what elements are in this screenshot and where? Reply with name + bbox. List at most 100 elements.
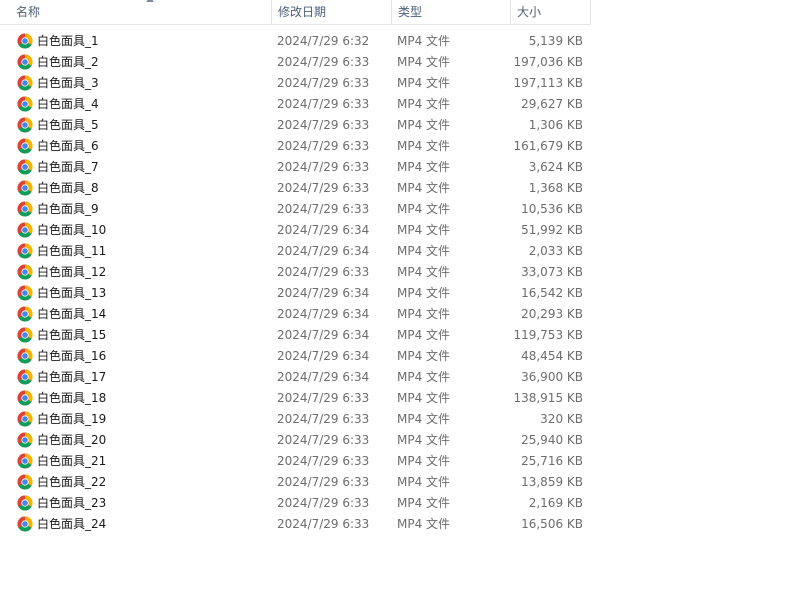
file-size: 138,915 KB [513, 391, 583, 405]
file-name: 白色面具_11 [37, 244, 107, 258]
column-header-size-label: 大小 [517, 5, 542, 19]
chrome-icon [17, 96, 33, 112]
file-type: MP4 文件 [397, 139, 451, 153]
file-date: 2024/7/29 6:33 [277, 97, 370, 111]
column-header-date-label: 修改日期 [278, 5, 327, 19]
file-row-13[interactable]: 白色面具_13 2024/7/29 6:34 MP4 文件 16,542 KB [0, 283, 591, 304]
file-date: 2024/7/29 6:34 [277, 307, 370, 321]
file-row-15[interactable]: 白色面具_15 2024/7/29 6:34 MP4 文件 119,753 KB [0, 325, 591, 346]
file-name: 白色面具_9 [37, 202, 99, 216]
file-row-11[interactable]: 白色面具_11 2024/7/29 6:34 MP4 文件 2,033 KB [0, 241, 591, 262]
file-type: MP4 文件 [397, 76, 451, 90]
file-type: MP4 文件 [397, 454, 451, 468]
file-size: 48,454 KB [521, 349, 583, 363]
file-row-8[interactable]: 白色面具_8 2024/7/29 6:33 MP4 文件 1,368 KB [0, 178, 591, 199]
sort-ascending-icon [146, 0, 154, 2]
file-type: MP4 文件 [397, 202, 451, 216]
column-header-name[interactable]: 名称 [10, 0, 270, 24]
column-header-type-label: 类型 [398, 5, 423, 19]
file-name: 白色面具_16 [37, 349, 107, 363]
file-row-9[interactable]: 白色面具_9 2024/7/29 6:33 MP4 文件 10,536 KB [0, 199, 591, 220]
file-row-19[interactable]: 白色面具_19 2024/7/29 6:33 MP4 文件 320 KB [0, 409, 591, 430]
file-type: MP4 文件 [397, 475, 451, 489]
file-explorer: 名称 修改日期 类型 大小 白色面具_1 2024/7/29 6:32 MP4 … [0, 0, 800, 611]
file-type: MP4 文件 [397, 265, 451, 279]
file-type: MP4 文件 [397, 412, 451, 426]
file-name: 白色面具_10 [37, 223, 107, 237]
file-row-14[interactable]: 白色面具_14 2024/7/29 6:34 MP4 文件 20,293 KB [0, 304, 591, 325]
chrome-icon [17, 180, 33, 196]
file-name: 白色面具_7 [37, 160, 99, 174]
file-row-6[interactable]: 白色面具_6 2024/7/29 6:33 MP4 文件 161,679 KB [0, 136, 591, 157]
chrome-icon [17, 369, 33, 385]
file-size: 1,368 KB [528, 181, 583, 195]
file-type: MP4 文件 [397, 391, 451, 405]
file-size: 320 KB [540, 412, 583, 426]
file-date: 2024/7/29 6:33 [277, 118, 370, 132]
chrome-icon [17, 75, 33, 91]
file-size: 25,940 KB [521, 433, 583, 447]
file-row-2[interactable]: 白色面具_2 2024/7/29 6:33 MP4 文件 197,036 KB [0, 52, 591, 73]
file-name: 白色面具_14 [37, 307, 107, 321]
file-size: 20,293 KB [521, 307, 583, 321]
file-type: MP4 文件 [397, 160, 451, 174]
file-type: MP4 文件 [397, 97, 451, 111]
file-row-23[interactable]: 白色面具_23 2024/7/29 6:33 MP4 文件 2,169 KB [0, 493, 591, 514]
file-date: 2024/7/29 6:34 [277, 328, 370, 342]
file-date: 2024/7/29 6:33 [277, 55, 370, 69]
file-row-20[interactable]: 白色面具_20 2024/7/29 6:33 MP4 文件 25,940 KB [0, 430, 591, 451]
file-type: MP4 文件 [397, 328, 451, 342]
file-name: 白色面具_18 [37, 391, 107, 405]
file-date: 2024/7/29 6:33 [277, 202, 370, 216]
chrome-icon [17, 159, 33, 175]
file-row-7[interactable]: 白色面具_7 2024/7/29 6:33 MP4 文件 3,624 KB [0, 157, 591, 178]
column-header-type[interactable]: 类型 [391, 0, 509, 24]
column-header-size[interactable]: 大小 [510, 0, 591, 24]
file-name: 白色面具_19 [37, 412, 107, 426]
file-row-24[interactable]: 白色面具_24 2024/7/29 6:33 MP4 文件 16,506 KB [0, 514, 591, 535]
file-size: 1,306 KB [528, 118, 583, 132]
file-size: 197,036 KB [513, 55, 583, 69]
file-type: MP4 文件 [397, 118, 451, 132]
file-row-5[interactable]: 白色面具_5 2024/7/29 6:33 MP4 文件 1,306 KB [0, 115, 591, 136]
file-row-18[interactable]: 白色面具_18 2024/7/29 6:33 MP4 文件 138,915 KB [0, 388, 591, 409]
file-size: 33,073 KB [521, 265, 583, 279]
file-date: 2024/7/29 6:33 [277, 412, 370, 426]
file-name: 白色面具_17 [37, 370, 107, 384]
file-date: 2024/7/29 6:34 [277, 223, 370, 237]
file-size: 197,113 KB [513, 76, 583, 90]
file-name: 白色面具_24 [37, 517, 107, 531]
file-row-4[interactable]: 白色面具_4 2024/7/29 6:33 MP4 文件 29,627 KB [0, 94, 591, 115]
file-type: MP4 文件 [397, 517, 451, 531]
file-size: 3,624 KB [528, 160, 583, 174]
file-row-3[interactable]: 白色面具_3 2024/7/29 6:33 MP4 文件 197,113 KB [0, 73, 591, 94]
file-size: 2,169 KB [528, 496, 583, 510]
file-size: 13,859 KB [521, 475, 583, 489]
file-size: 36,900 KB [521, 370, 583, 384]
file-size: 2,033 KB [528, 244, 583, 258]
file-date: 2024/7/29 6:33 [277, 475, 370, 489]
file-date: 2024/7/29 6:34 [277, 244, 370, 258]
file-name: 白色面具_13 [37, 286, 107, 300]
file-row-1[interactable]: 白色面具_1 2024/7/29 6:32 MP4 文件 5,139 KB [0, 31, 591, 52]
file-date: 2024/7/29 6:33 [277, 391, 370, 405]
file-row-12[interactable]: 白色面具_12 2024/7/29 6:33 MP4 文件 33,073 KB [0, 262, 591, 283]
file-name: 白色面具_3 [37, 76, 99, 90]
file-size: 25,716 KB [521, 454, 583, 468]
column-header-date[interactable]: 修改日期 [271, 0, 390, 24]
file-date: 2024/7/29 6:33 [277, 76, 370, 90]
chrome-icon [17, 243, 33, 259]
file-row-16[interactable]: 白色面具_16 2024/7/29 6:34 MP4 文件 48,454 KB [0, 346, 591, 367]
file-size: 29,627 KB [521, 97, 583, 111]
chrome-icon [17, 390, 33, 406]
file-type: MP4 文件 [397, 496, 451, 510]
chrome-icon [17, 201, 33, 217]
file-name: 白色面具_22 [37, 475, 107, 489]
file-row-10[interactable]: 白色面具_10 2024/7/29 6:34 MP4 文件 51,992 KB [0, 220, 591, 241]
chrome-icon [17, 453, 33, 469]
file-row-22[interactable]: 白色面具_22 2024/7/29 6:33 MP4 文件 13,859 KB [0, 472, 591, 493]
file-size: 10,536 KB [521, 202, 583, 216]
file-row-17[interactable]: 白色面具_17 2024/7/29 6:34 MP4 文件 36,900 KB [0, 367, 591, 388]
file-row-21[interactable]: 白色面具_21 2024/7/29 6:33 MP4 文件 25,716 KB [0, 451, 591, 472]
file-type: MP4 文件 [397, 433, 451, 447]
